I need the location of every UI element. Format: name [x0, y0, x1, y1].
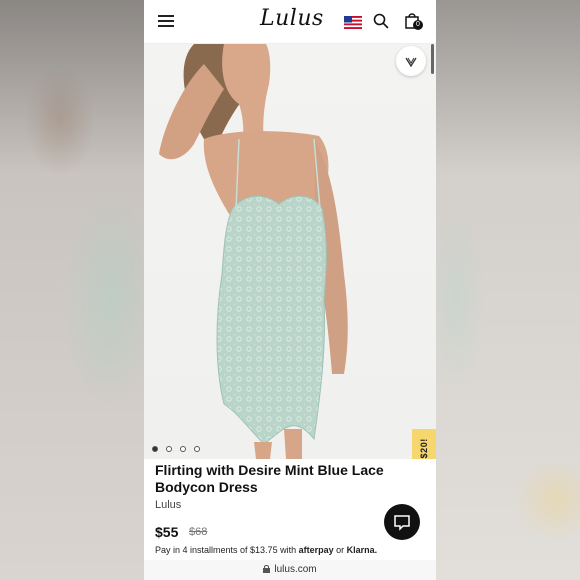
wishlist-button[interactable]	[396, 46, 426, 76]
sale-price: $55	[155, 524, 179, 540]
lock-icon	[263, 561, 271, 573]
phone-screen: Lulus 0 Flirting with Desire Mint Blue L…	[144, 0, 436, 580]
search-icon[interactable]	[373, 13, 389, 29]
site-header: Lulus 0	[144, 0, 436, 44]
blurred-background-right	[436, 0, 580, 580]
installment-or: or	[336, 545, 345, 555]
us-flag-icon[interactable]	[344, 16, 362, 29]
chat-icon	[394, 515, 410, 531]
heart-check-icon	[405, 57, 417, 68]
chat-button[interactable]	[384, 504, 420, 540]
carousel-dot-4[interactable]	[194, 446, 200, 452]
original-price: $68	[189, 526, 208, 538]
carousel-dot-3[interactable]	[180, 446, 186, 452]
product-image[interactable]: GET $20!	[144, 44, 436, 459]
url-text: lulus.com	[274, 564, 317, 575]
model-photo	[159, 44, 348, 459]
site-logo[interactable]: Lulus	[260, 6, 324, 31]
installment-text: Pay in 4 installments of $13.75 with	[155, 545, 297, 555]
promo-tab[interactable]: GET $20!	[412, 429, 436, 459]
browser-url-bar[interactable]: lulus.com	[144, 560, 436, 580]
cart-count-badge: 0	[413, 20, 423, 30]
product-brand[interactable]: Lulus	[155, 499, 181, 511]
blurred-background-left	[0, 0, 144, 580]
promo-tab-label: GET $20!	[419, 438, 429, 459]
carousel-dot-2[interactable]	[166, 446, 172, 452]
product-title: Flirting with Desire Mint Blue Lace Body…	[155, 462, 384, 495]
carousel-dot-1[interactable]	[152, 446, 158, 452]
afterpay-logo[interactable]: afterpay	[299, 545, 334, 555]
carousel-dots	[152, 446, 200, 452]
menu-icon[interactable]	[158, 15, 174, 27]
installment-info: Pay in 4 installments of $13.75 with aft…	[155, 545, 377, 555]
klarna-logo[interactable]: Klarna.	[347, 545, 378, 555]
scrollbar[interactable]	[431, 44, 434, 74]
product-details: Flirting with Desire Mint Blue Lace Body…	[144, 459, 436, 580]
